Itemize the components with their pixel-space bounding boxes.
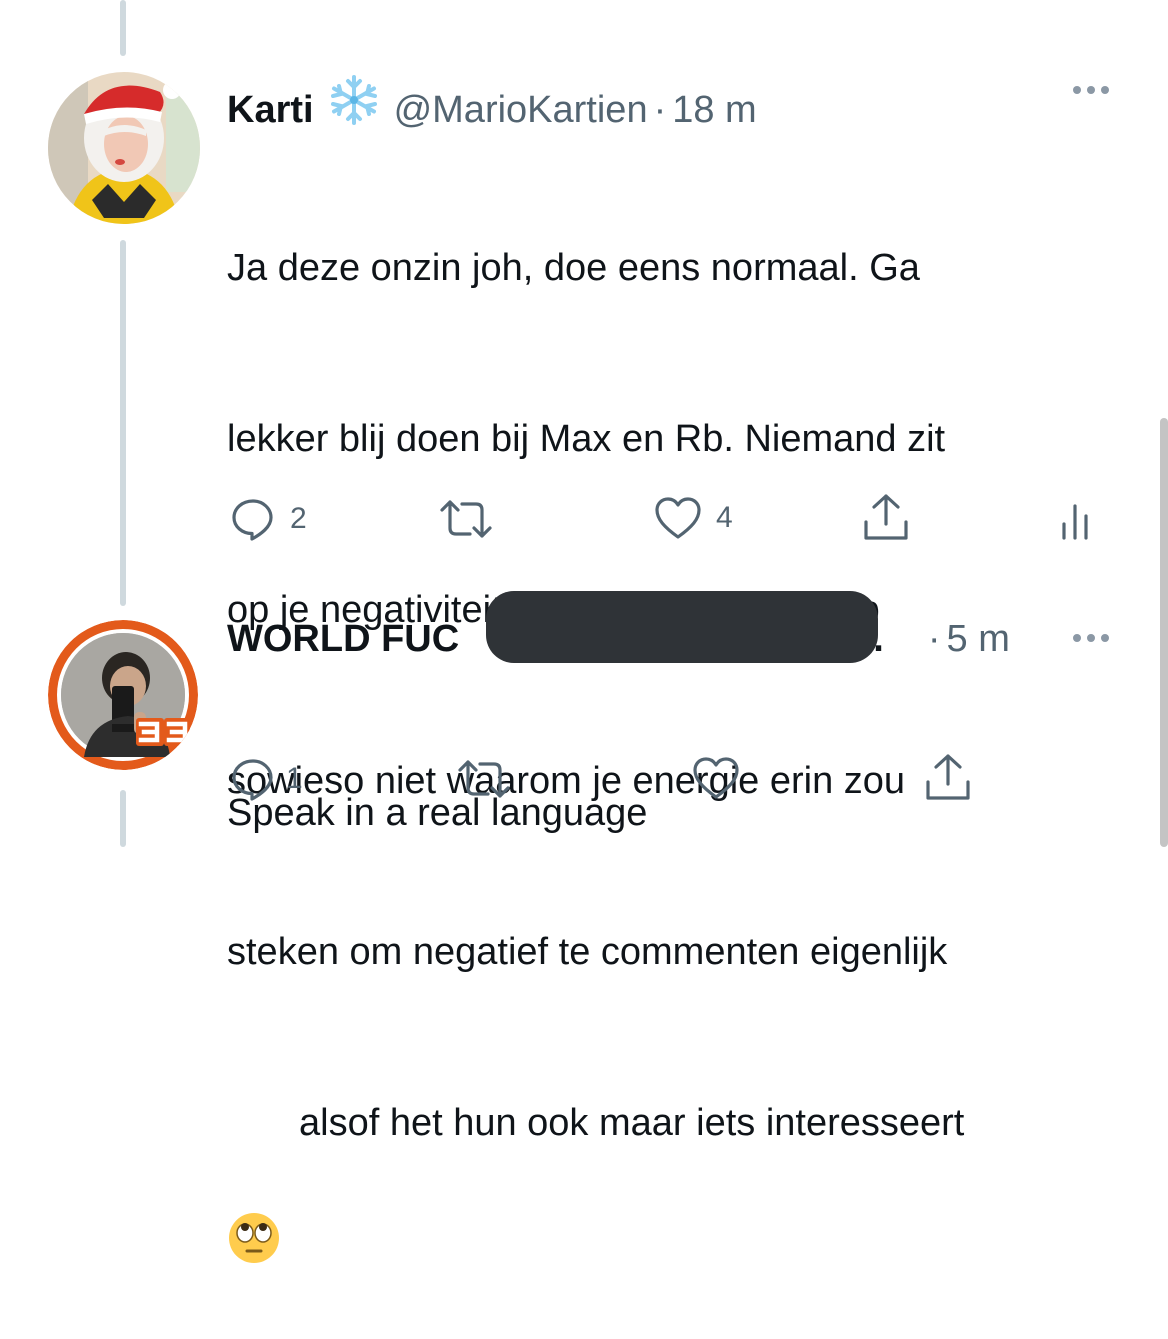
like-button[interactable]: 4 bbox=[654, 496, 733, 540]
avatar[interactable] bbox=[48, 620, 198, 770]
reply-button[interactable]: 2 bbox=[230, 496, 307, 542]
share-button[interactable] bbox=[862, 492, 910, 542]
heart-icon bbox=[655, 497, 701, 539]
tweet-text-line: Speak in a real language bbox=[227, 792, 648, 834]
redaction-block bbox=[486, 591, 878, 663]
share-button[interactable] bbox=[924, 752, 972, 802]
tweet-header: Karti @MarioKartien · 18 m bbox=[227, 70, 757, 132]
reply-count: 1 bbox=[286, 762, 303, 795]
retweet-button[interactable] bbox=[440, 498, 506, 540]
reply-button[interactable]: 1 bbox=[230, 756, 303, 802]
analytics-button[interactable] bbox=[1060, 502, 1090, 540]
display-name[interactable]: WORLD FUC bbox=[227, 618, 459, 661]
more-options-icon[interactable] bbox=[1073, 86, 1109, 94]
like-button[interactable] bbox=[692, 756, 754, 800]
like-count: 4 bbox=[716, 501, 733, 534]
thread-line-top bbox=[120, 0, 126, 56]
timestamp[interactable]: 5 m bbox=[947, 618, 1010, 661]
heart-icon bbox=[693, 757, 739, 799]
tweet-text-line: alsof het hun ook maar iets interesseert bbox=[299, 1102, 965, 1144]
share-icon bbox=[864, 494, 908, 540]
more-options-icon[interactable] bbox=[1073, 634, 1109, 642]
tweet-text: Speak in a real language bbox=[227, 671, 1127, 956]
eye-roll-emoji bbox=[227, 1097, 281, 1263]
analytics-icon bbox=[1062, 504, 1088, 540]
thread-line-bottom bbox=[120, 790, 126, 847]
avatar[interactable] bbox=[48, 72, 200, 224]
retweet-icon bbox=[440, 500, 492, 538]
tweet-text-line-with-emoji: alsof het hun ook maar iets interesseert bbox=[227, 1095, 1127, 1263]
thread-line-middle bbox=[120, 240, 126, 606]
reply-icon bbox=[232, 499, 273, 541]
share-icon bbox=[926, 754, 970, 800]
reply-count: 2 bbox=[290, 502, 307, 535]
tweet-text-line: Ja deze onzin joh, doe eens normaal. Ga bbox=[227, 247, 920, 289]
separator: · bbox=[927, 618, 941, 660]
retweet-icon bbox=[458, 760, 510, 798]
retweet-button[interactable] bbox=[458, 758, 524, 800]
scrollbar[interactable] bbox=[1160, 418, 1168, 847]
tweet-text-line: lekker blij doen bij Max en Rb. Niemand … bbox=[227, 418, 946, 460]
reply-icon bbox=[232, 759, 273, 801]
